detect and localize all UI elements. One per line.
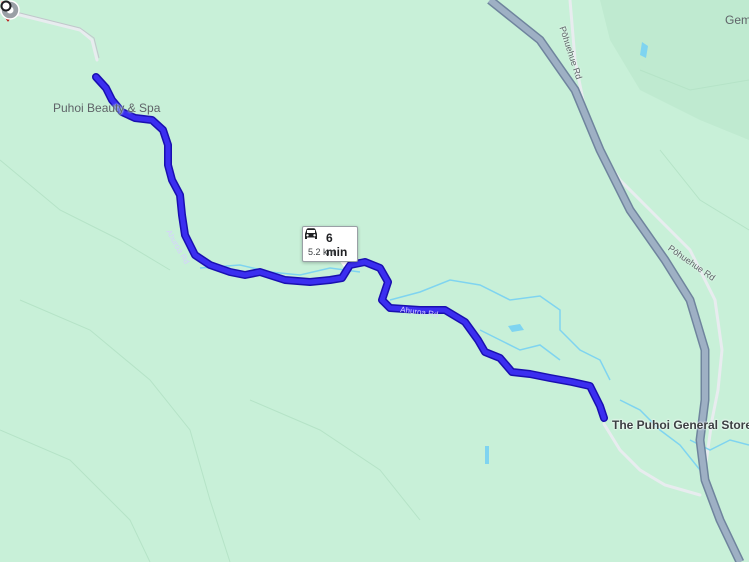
- map-layer: [0, 0, 749, 562]
- route-distance: 5.2 km: [308, 247, 336, 257]
- car-icon: [305, 228, 317, 239]
- destination-marker-icon[interactable]: [0, 0, 12, 12]
- pond: [485, 446, 489, 464]
- route-info-callout[interactable]: 6 min 5.2 km: [302, 226, 358, 262]
- poi-label-origin[interactable]: Puhoi Beauty & Spa: [53, 101, 160, 115]
- destination-label[interactable]: The Puhoi General Store: [612, 418, 749, 432]
- map-canvas[interactable]: Pōhuehue Rd Pōhuehue Rd Ahuroa Rd Ahuroa…: [0, 0, 749, 562]
- place-label-top-right: Gemi: [725, 13, 749, 27]
